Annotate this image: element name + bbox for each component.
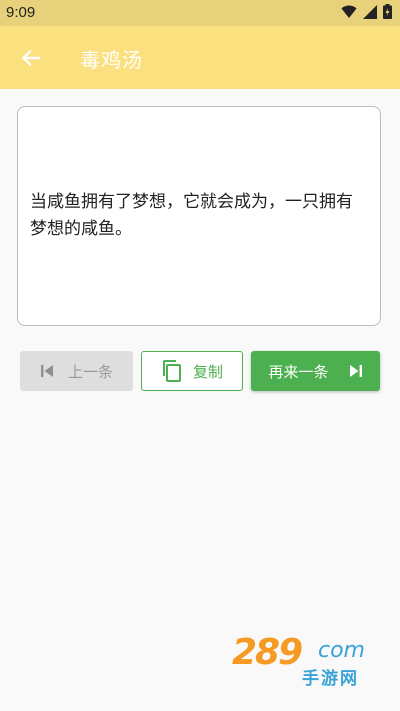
watermark-number: 289 — [232, 632, 303, 673]
wifi-icon — [341, 5, 357, 19]
skip-previous-icon — [40, 364, 54, 378]
watermark-subtitle: 手游网 — [302, 669, 359, 689]
copy-button[interactable]: 复制 — [141, 351, 243, 391]
next-button-label: 再来一条 — [268, 362, 329, 381]
watermark-logo: 289 com 手游网 — [232, 632, 382, 692]
copy-button-label: 复制 — [192, 362, 223, 381]
previous-button[interactable]: 上一条 — [20, 351, 133, 391]
back-button[interactable] — [14, 41, 48, 75]
skip-next-icon — [349, 364, 363, 378]
previous-button-label: 上一条 — [67, 362, 113, 381]
status-icons — [341, 4, 392, 19]
page-title: 毒鸡汤 — [80, 48, 143, 72]
status-bar: 9:09 — [0, 0, 400, 26]
signal-icon — [363, 4, 377, 19]
next-button[interactable]: 再来一条 — [251, 351, 380, 391]
battery-icon — [383, 4, 392, 19]
status-time: 9:09 — [6, 4, 36, 21]
quote-text: 当咸鱼拥有了梦想，它就会成为，一只拥有梦想的咸鱼。 — [30, 192, 353, 239]
quote-card: 当咸鱼拥有了梦想，它就会成为，一只拥有梦想的咸鱼。 — [17, 106, 381, 326]
app-bar: 毒鸡汤 — [0, 26, 400, 89]
copy-icon — [161, 359, 183, 383]
watermark-domain: com — [318, 638, 365, 663]
arrow-back-icon — [21, 48, 41, 68]
